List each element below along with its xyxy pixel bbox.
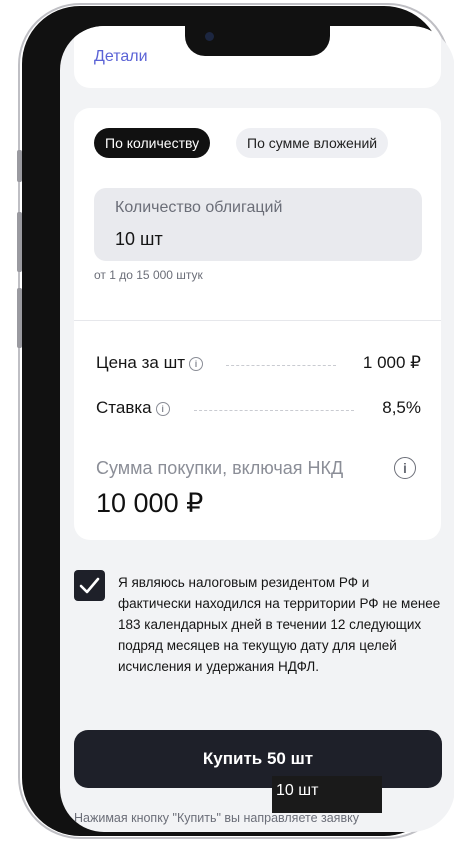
buy-button[interactable]: Купить 50 шт [74,730,442,788]
tab-by-quantity[interactable]: По количеству [94,128,211,158]
total-value: 10 000 ₽ [96,488,204,518]
quantity-tooltip: 10 шт [272,776,382,813]
rate-dotted-leader [194,410,354,411]
info-icon[interactable]: i [155,401,170,416]
purchase-disclaimer: Нажимая кнопку "Купить" вы направляете з… [74,811,359,825]
phone-notch [185,26,330,56]
tax-resident-consent-text: Я являюсь налоговым резидентом РФ и факт… [118,575,441,674]
check-icon [79,577,100,594]
price-row-label: Цена за шт i [96,353,203,373]
price-dotted-leader [226,365,336,366]
info-icon[interactable]: i [394,457,416,479]
camera-icon [205,32,214,41]
quantity-input-value[interactable]: 10 шт [115,229,163,250]
rate-label: Ставка [96,398,152,417]
price-value: 1 000 ₽ [362,353,421,372]
quantity-input[interactable]: Количество облигаций 10 шт [94,188,422,261]
price-label: Цена за шт [96,353,185,372]
tax-resident-checkbox[interactable] [74,570,105,601]
quantity-hint: от 1 до 15 000 штук [94,268,203,282]
quantity-input-label: Количество облигаций [115,199,283,216]
purchase-form-card: По количеству По сумме вложений Количест… [74,108,441,540]
rate-value: 8,5% [382,398,421,417]
phone-screen: Детали По количеству По сумме вложений К… [60,26,454,832]
section-divider [74,320,441,321]
rate-row-label: Ставка i [96,398,170,418]
phone-frame: Детали По количеству По сумме вложений К… [22,6,454,836]
info-icon[interactable]: i [189,356,203,371]
tab-by-amount[interactable]: По сумме вложений [236,128,389,158]
total-label: Сумма покупки, включая НКД [96,458,344,478]
details-link[interactable]: Детали [94,48,148,66]
